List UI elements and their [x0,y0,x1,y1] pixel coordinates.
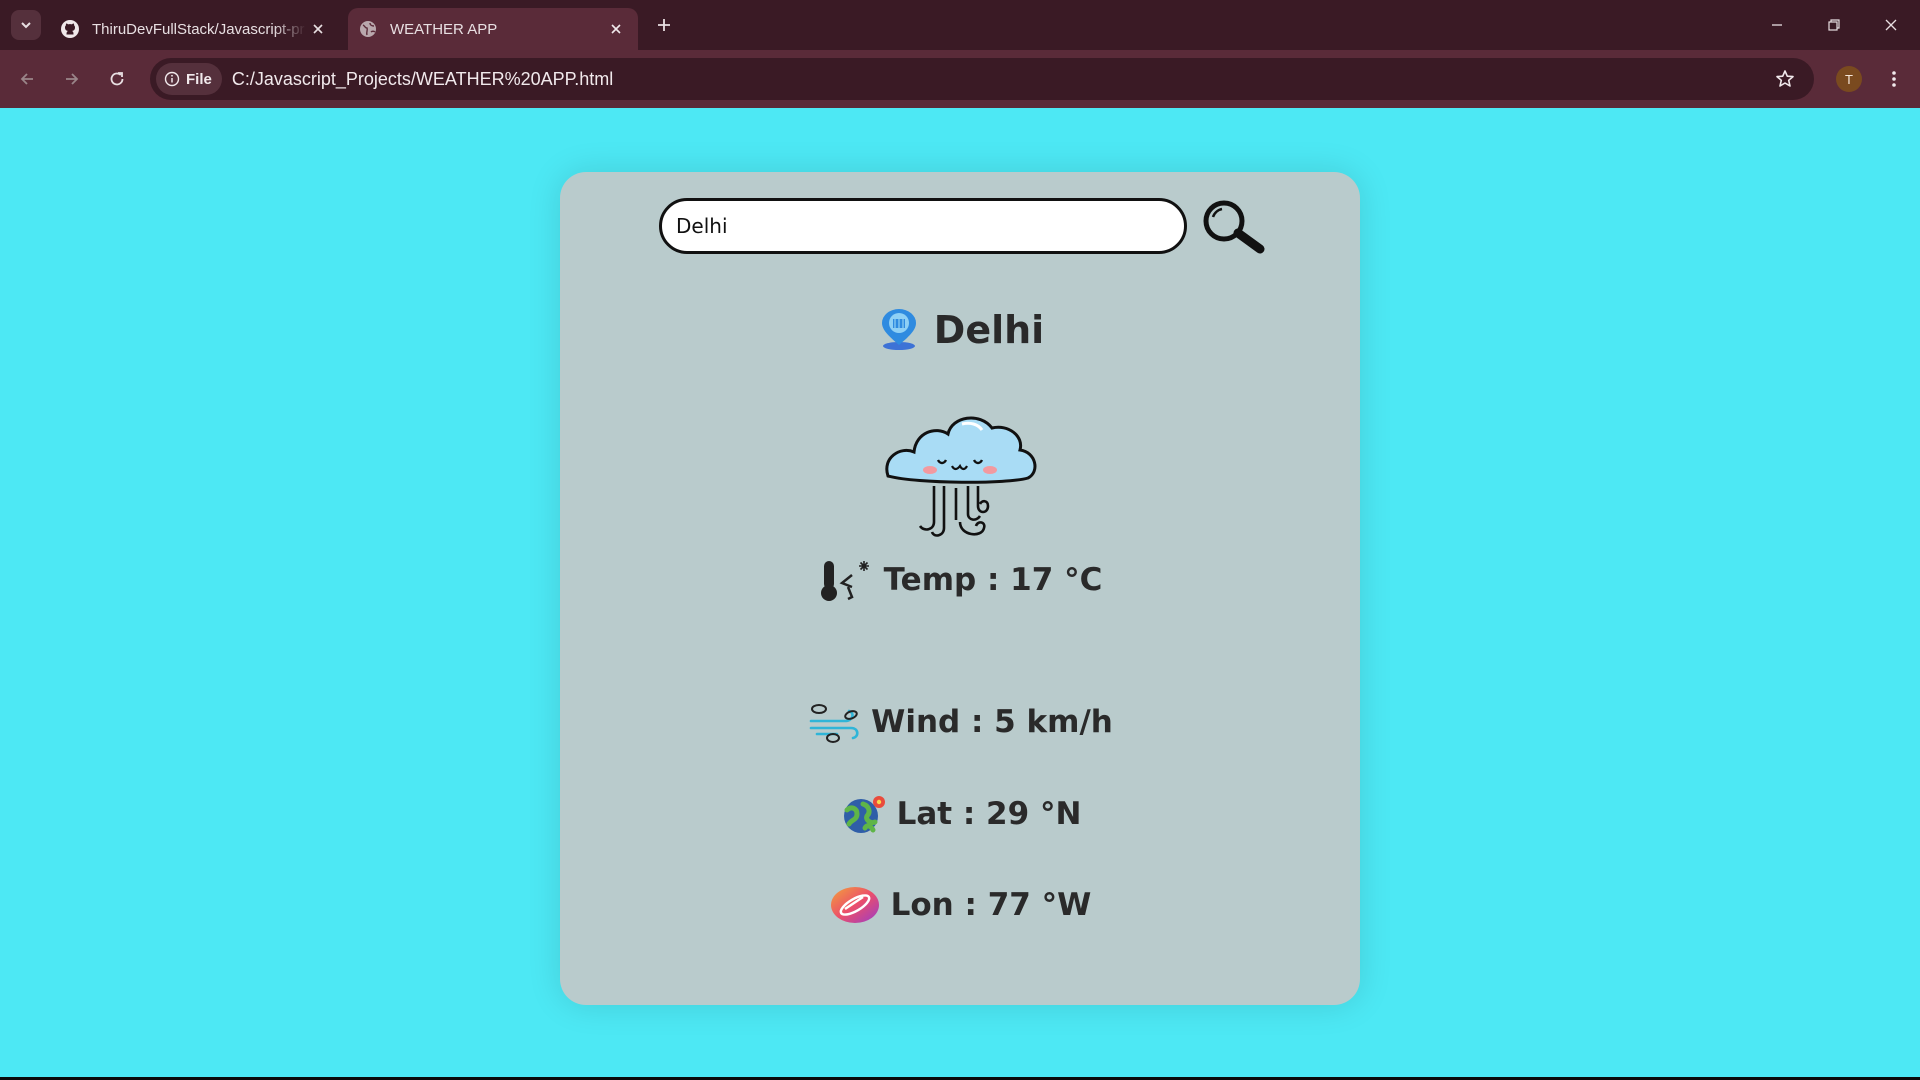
forward-button[interactable] [58,65,86,93]
browser-tab-github[interactable]: ThiruDevFullStack/Javascript-pr [50,8,340,50]
new-tab-button[interactable] [652,13,676,37]
more-vertical-icon [1892,71,1896,87]
latitude-row: Lat : 29 °N [560,789,1360,839]
arrow-left-icon [20,73,33,85]
profile-avatar[interactable]: T [1836,66,1862,92]
temperature-text: Temp : 17 °C [883,562,1103,598]
planet-icon [830,887,879,923]
url-text[interactable]: C:/Javascript_Projects/WEATHER%20APP.htm… [232,69,613,90]
browser-menu-button[interactable] [1880,65,1908,93]
file-label: File [186,70,212,88]
minimize-icon [1772,24,1782,26]
info-icon [164,71,180,87]
thermometer-icon [820,561,869,601]
address-bar[interactable]: File C:/Javascript_Projects/WEATHER%20AP… [150,58,1814,100]
browser-tab-strip: ThiruDevFullStack/Javascript-pr WEATHER … [0,0,1920,50]
tab-search-button[interactable] [11,10,41,40]
longitude-text: Lon : 77 °W [890,887,1092,923]
latitude-text: Lat : 29 °N [896,796,1082,832]
reload-icon [110,72,124,86]
browser-toolbar: File C:/Javascript_Projects/WEATHER%20AP… [0,50,1920,108]
wind-text: Wind : 5 km/h [871,704,1113,740]
site-info-chip[interactable]: File [156,63,222,95]
wind-icon [809,704,859,743]
star-icon [1776,70,1794,87]
tab-title: ThiruDevFullStack/Javascript-pr [92,20,305,38]
restore-icon [1828,19,1840,31]
minimize-button[interactable] [1764,12,1790,38]
browser-tab-weather-app[interactable]: WEATHER APP [348,8,638,50]
search-button[interactable] [1198,198,1268,256]
close-icon [1885,19,1897,31]
github-icon [60,19,80,39]
close-window-button[interactable] [1878,12,1904,38]
restore-button[interactable] [1821,12,1847,38]
close-tab-icon[interactable] [306,17,330,41]
bookmark-button[interactable] [1772,66,1798,92]
weather-card: Delhi Temp : 17 °C Wind : 5 km/h [560,172,1360,1005]
close-tab-icon[interactable] [604,17,628,41]
wind-row: Wind : 5 km/h [560,697,1360,747]
city-name: Delhi [933,308,1045,352]
tab-title: WEATHER APP [390,20,498,38]
plus-icon [658,19,670,31]
magnifier-icon [1203,200,1265,254]
reload-button[interactable] [103,65,131,93]
city-row: Delhi [560,300,1360,360]
back-button[interactable] [13,65,41,93]
temperature-row: Temp : 17 °C [560,555,1360,605]
chevron-down-icon [21,22,31,29]
arrow-right-icon [66,73,79,85]
globe-pin-icon [843,796,885,833]
longitude-row: Lon : 77 °W [560,880,1360,930]
windy-cloud-icon [885,416,1037,537]
city-search-input[interactable] [659,198,1187,254]
location-pin-icon [881,309,916,350]
globe-icon [358,19,378,39]
